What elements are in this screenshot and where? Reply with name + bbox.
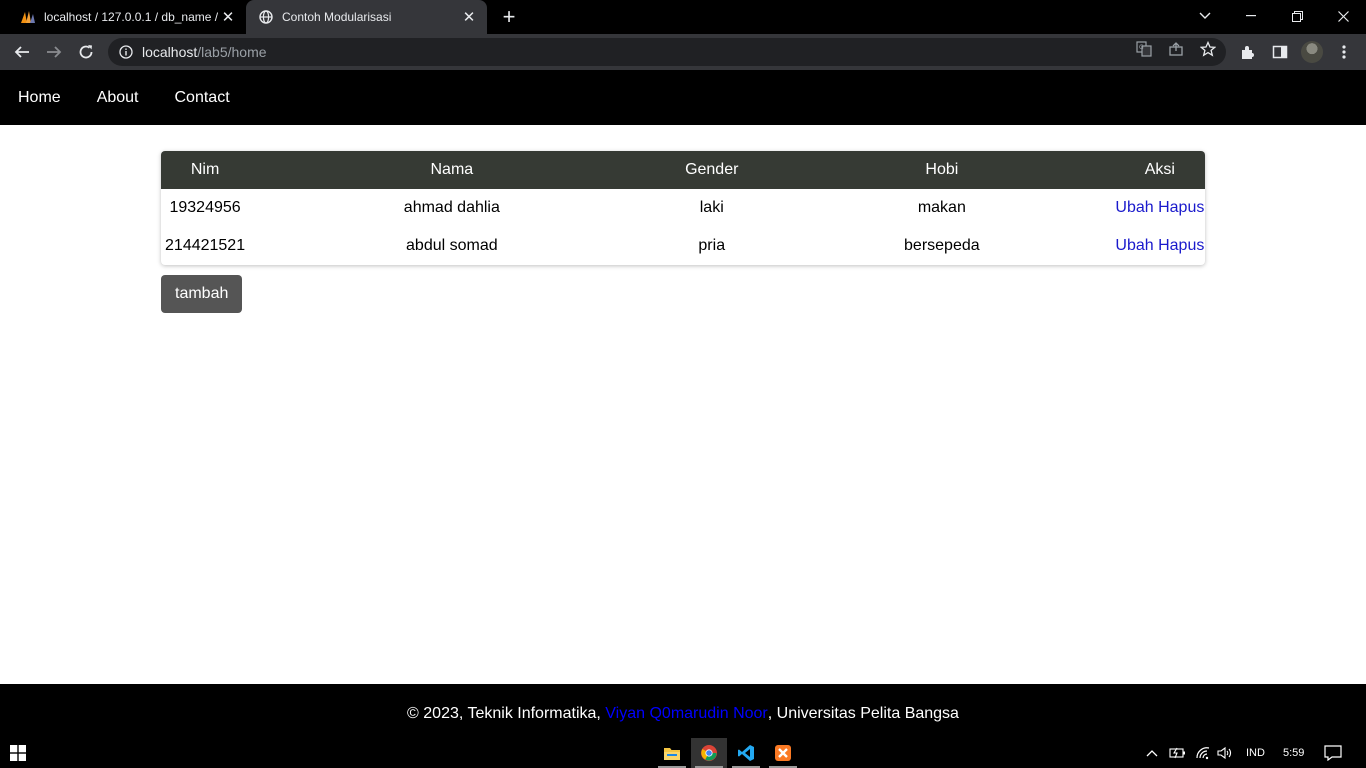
site-navbar: Home About Contact	[0, 70, 1366, 125]
hapus-link[interactable]: Hapus	[1158, 237, 1204, 254]
cell-hobi: bersepeda	[904, 237, 980, 254]
url-text: localhost/lab5/home	[142, 44, 267, 60]
table-row: 19324956 ahmad dahlia laki makan Ubah Ha…	[161, 189, 1205, 227]
browser-tab-bar: localhost / 127.0.0.1 / db_name / ✕ Cont…	[0, 0, 1366, 34]
show-hidden-icons[interactable]	[1146, 738, 1158, 768]
address-bar[interactable]: localhost/lab5/home	[108, 38, 1226, 66]
browser-toolbar: localhost/lab5/home G	[0, 34, 1366, 70]
reload-icon[interactable]	[72, 38, 100, 66]
svg-text:G: G	[1139, 44, 1144, 51]
volume-icon[interactable]	[1217, 738, 1233, 768]
footer-suffix: , Universitas Pelita Bangsa	[767, 705, 959, 722]
column-header-nim: Nim	[190, 161, 220, 178]
notifications-icon[interactable]	[1324, 738, 1342, 768]
column-header-gender: Gender	[685, 161, 739, 178]
profile-avatar[interactable]	[1301, 41, 1323, 63]
tab-title: localhost / 127.0.0.1 / db_name /	[44, 10, 218, 24]
close-tab-icon[interactable]: ✕	[218, 7, 238, 27]
cell-gender: laki	[699, 199, 724, 216]
extensions-icon[interactable]	[1238, 42, 1258, 62]
share-icon[interactable]	[1167, 40, 1185, 58]
tambah-button[interactable]: tambah	[161, 275, 243, 313]
language-indicator[interactable]: IND	[1246, 738, 1265, 768]
nav-link-about[interactable]: About	[97, 89, 139, 107]
cell-aksi: Ubah Hapus	[1115, 227, 1205, 265]
clock[interactable]: 5:59	[1283, 738, 1304, 768]
tab-title: Contoh Modularisasi	[282, 10, 392, 24]
footer-prefix: © 2023, Teknik Informatika,	[407, 705, 606, 722]
tab-phpmyadmin[interactable]: localhost / 127.0.0.1 / db_name / ✕	[8, 0, 246, 34]
table-row: 214421521 abdul somad pria bersepeda Uba…	[161, 227, 1205, 265]
cell-aksi: Ubah Hapus	[1115, 189, 1205, 227]
cell-hobi: makan	[917, 199, 966, 216]
globe-icon	[258, 9, 274, 25]
chrome-icon[interactable]	[691, 738, 727, 768]
new-tab-button[interactable]: +	[497, 4, 521, 29]
site-info-icon[interactable]	[118, 44, 134, 60]
web-page: Home About Contact Nim Nama Gender Hobi …	[0, 70, 1366, 744]
bookmark-star-icon[interactable]	[1199, 40, 1217, 58]
hapus-link[interactable]: Hapus	[1158, 199, 1204, 216]
power-icon[interactable]	[1169, 738, 1187, 768]
menu-icon[interactable]	[1334, 42, 1354, 62]
close-window-button[interactable]	[1320, 0, 1366, 32]
cell-gender: pria	[698, 237, 726, 254]
column-header-hobi: Hobi	[925, 161, 959, 178]
vscode-icon[interactable]	[728, 738, 764, 768]
cell-nim: 214421521	[165, 237, 246, 254]
restore-button[interactable]	[1274, 0, 1320, 32]
close-tab-icon[interactable]: ✕	[459, 7, 479, 27]
tab-contoh-modularisasi[interactable]: Contoh Modularisasi ✕	[246, 0, 487, 34]
side-panel-icon[interactable]	[1270, 42, 1290, 62]
column-header-nama: Nama	[430, 161, 474, 178]
footer-author: Viyan Q0marudin Noor	[605, 705, 768, 722]
forward-icon[interactable]	[40, 38, 68, 66]
phpmyadmin-icon	[20, 9, 36, 25]
site-footer: © 2023, Teknik Informatika, Viyan Q0maru…	[0, 684, 1366, 744]
xampp-icon[interactable]	[765, 738, 801, 768]
column-header-aksi: Aksi	[1144, 161, 1175, 178]
translate-icon[interactable]: G	[1135, 40, 1153, 58]
cell-nama: abdul somad	[406, 237, 498, 254]
ubah-link[interactable]: Ubah	[1115, 199, 1153, 216]
windows-taskbar: IND 5:59	[0, 738, 1366, 768]
data-table: Nim Nama Gender Hobi Aksi 19324956 ahmad…	[161, 151, 1205, 265]
table-header-row: Nim Nama Gender Hobi Aksi	[161, 151, 1205, 189]
nav-link-contact[interactable]: Contact	[175, 89, 230, 107]
cell-nim: 19324956	[169, 199, 241, 216]
cell-nama: ahmad dahlia	[403, 199, 500, 216]
minimize-button[interactable]	[1228, 0, 1274, 32]
tab-search-icon[interactable]	[1182, 0, 1228, 32]
windows-start-icon[interactable]	[0, 738, 36, 768]
wifi-icon[interactable]	[1195, 738, 1211, 768]
nav-link-home[interactable]: Home	[18, 89, 61, 107]
back-icon[interactable]	[8, 38, 36, 66]
file-explorer-icon[interactable]	[654, 738, 690, 768]
ubah-link[interactable]: Ubah	[1115, 237, 1153, 254]
